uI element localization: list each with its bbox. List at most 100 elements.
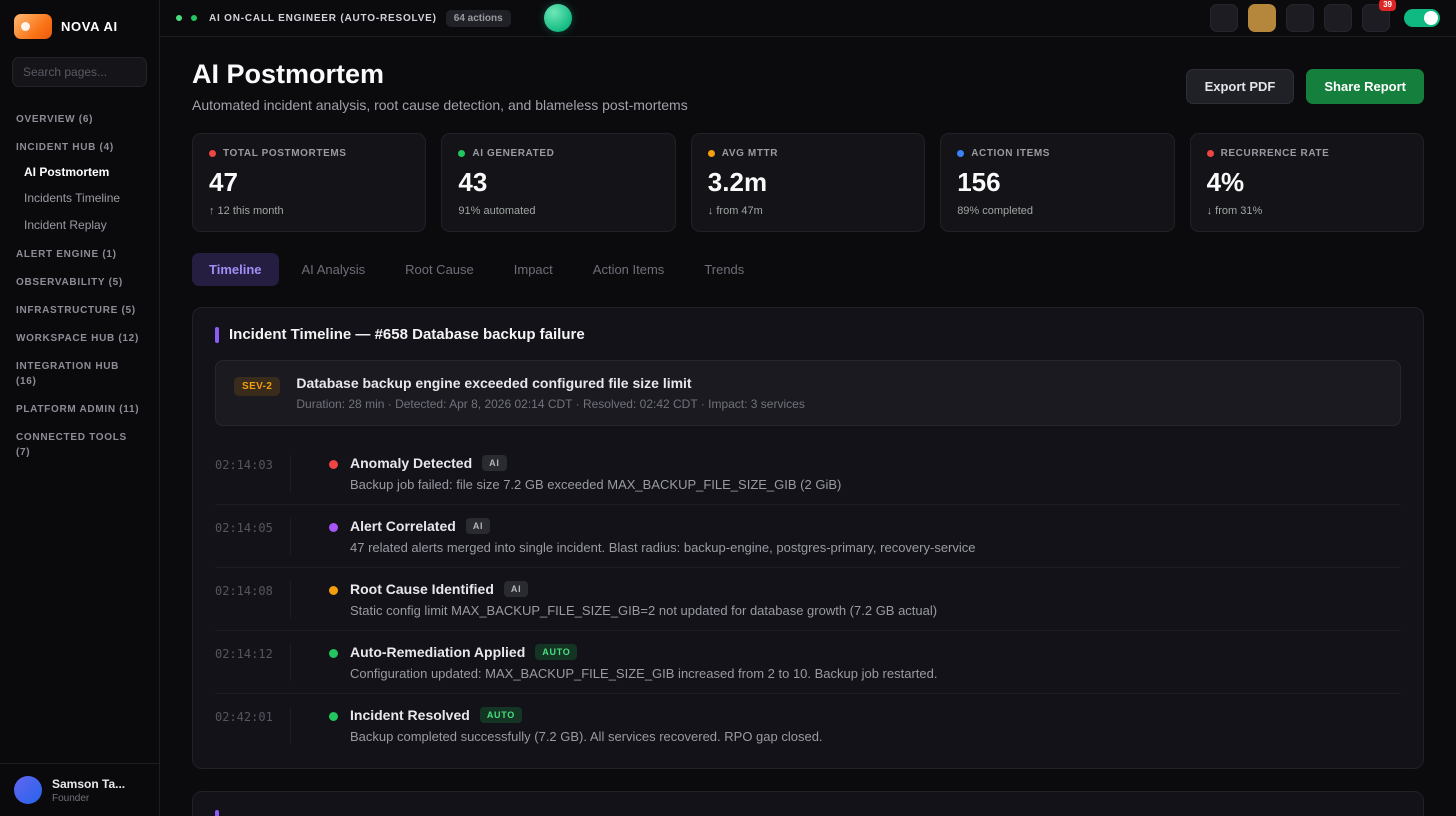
stat-label: RECURRENCE RATE (1221, 148, 1330, 159)
topbar-actions: 39 (1210, 4, 1440, 32)
event-source-badge: AI (504, 581, 528, 597)
event-title: Anomaly Detected (350, 455, 472, 471)
stat-sub: 89% completed (957, 205, 1157, 217)
sidebar-item-incidents-timeline[interactable]: Incidents Timeline (0, 185, 159, 211)
toggle-knob (1424, 11, 1438, 25)
event-time: 02:14:12 (215, 644, 291, 681)
nav-section-platform-admin[interactable]: PLATFORM ADMIN (11) (0, 393, 159, 421)
export-pdf-button[interactable]: Export PDF (1186, 69, 1295, 104)
incident-summary-meta: Duration: 28 min · Detected: Apr 8, 2026… (296, 397, 804, 411)
stat-value: 43 (458, 167, 658, 198)
tab-ai-analysis[interactable]: AI Analysis (285, 253, 383, 286)
stat-label: ACTION ITEMS (971, 148, 1050, 159)
share-report-button[interactable]: Share Report (1306, 69, 1424, 104)
page-header: AI Postmortem Automated incident analysi… (192, 59, 1424, 113)
sidebar-nav: OVERVIEW (6) INCIDENT HUB (4) AI Postmor… (0, 89, 159, 763)
stat-sub: ↓ from 31% (1207, 205, 1407, 217)
stat-dot (957, 150, 964, 157)
event-dot (329, 523, 338, 532)
stat-label: AVG MTTR (722, 148, 778, 159)
incident-summary: SEV-2 Database backup engine exceeded co… (215, 360, 1401, 426)
incident-card-title: Incident Timeline — #658 Database backup… (229, 326, 585, 343)
header-buttons: Export PDF Share Report (1186, 69, 1424, 104)
stat-card-action-items: ACTION ITEMS 156 89% completed (940, 133, 1174, 232)
ai-mode-toggle[interactable] (1404, 9, 1440, 27)
notification-badge: 39 (1379, 0, 1396, 11)
topbar-icon-button-1[interactable] (1210, 4, 1238, 32)
tab-trends[interactable]: Trends (687, 253, 761, 286)
timeline-event: 02:14:08 Root Cause Identified AI Static… (215, 568, 1401, 631)
timeline-event: 02:14:03 Anomaly Detected AI Backup job … (215, 442, 1401, 505)
tab-timeline[interactable]: Timeline (192, 253, 279, 286)
event-time: 02:14:08 (215, 581, 291, 618)
accent-bar (215, 810, 219, 816)
status-dot-2 (191, 15, 197, 21)
stat-label: AI GENERATED (472, 148, 554, 159)
actions-count-badge: 64 actions (446, 10, 511, 27)
nav-section-connected-tools[interactable]: CONNECTED TOOLS (7) (0, 421, 159, 464)
stat-value: 47 (209, 167, 409, 198)
nova-logo-icon (14, 14, 52, 39)
topbar-icon-button-5[interactable]: 39 (1362, 4, 1390, 32)
timeline-event: 02:14:12 Auto-Remediation Applied AUTO C… (215, 631, 1401, 694)
status-dot-1 (176, 15, 182, 21)
timeline-event: 02:14:05 Alert Correlated AI 47 related … (215, 505, 1401, 568)
stat-card-ai-generated: AI GENERATED 43 91% automated (441, 133, 675, 232)
nav-section-overview[interactable]: OVERVIEW (6) (0, 103, 159, 131)
event-description: Static config limit MAX_BACKUP_FILE_SIZE… (350, 603, 937, 618)
stat-card-total-postmortems: TOTAL POSTMORTEMS 47 ↑ 12 this month (192, 133, 426, 232)
nav-section-observability[interactable]: OBSERVABILITY (5) (0, 266, 159, 294)
incident-summary-title: Database backup engine exceeded configur… (296, 375, 804, 391)
stat-dot (209, 150, 216, 157)
accent-bar (215, 327, 219, 343)
user-name: Samson Ta... (52, 777, 125, 791)
event-title: Root Cause Identified (350, 581, 494, 597)
nav-section-integration-hub[interactable]: INTEGRATION HUB (16) (0, 350, 159, 393)
sidebar-item-incident-replay[interactable]: Incident Replay (0, 212, 159, 238)
search-input[interactable] (12, 57, 147, 87)
page-content: AI Postmortem Automated incident analysi… (160, 37, 1456, 816)
timeline-event: 02:42:01 Incident Resolved AUTO Backup c… (215, 694, 1401, 756)
avatar (14, 776, 42, 804)
event-description: 47 related alerts merged into single inc… (350, 540, 976, 555)
nav-section-alert-engine[interactable]: ALERT ENGINE (1) (0, 238, 159, 266)
sidebar-item-ai-postmortem[interactable]: AI Postmortem (0, 159, 159, 185)
topbar-icon-button-2[interactable] (1248, 4, 1276, 32)
tab-root-cause[interactable]: Root Cause (388, 253, 491, 286)
next-section-card (192, 791, 1424, 816)
event-dot (329, 460, 338, 469)
app-root: NOVA AI OVERVIEW (6) INCIDENT HUB (4) AI… (0, 0, 1456, 816)
event-dot (329, 586, 338, 595)
event-dot (329, 712, 338, 721)
stat-value: 3.2m (708, 167, 908, 198)
app-logo[interactable]: NOVA AI (0, 0, 159, 51)
topbar-icon-button-4[interactable] (1324, 4, 1352, 32)
event-time: 02:14:03 (215, 455, 291, 492)
tab-impact[interactable]: Impact (497, 253, 570, 286)
stat-value: 156 (957, 167, 1157, 198)
user-role: Founder (52, 793, 125, 804)
oncall-status-label: AI ON-CALL ENGINEER (AUTO-RESOLVE) (209, 13, 437, 24)
stats-row: TOTAL POSTMORTEMS 47 ↑ 12 this month AI … (192, 133, 1424, 232)
event-source-badge: AI (482, 455, 506, 471)
nav-section-infrastructure[interactable]: INFRASTRUCTURE (5) (0, 294, 159, 322)
event-time: 02:42:01 (215, 707, 291, 744)
user-profile[interactable]: Samson Ta... Founder (0, 763, 159, 816)
stat-sub: ↓ from 47m (708, 205, 908, 217)
event-description: Configuration updated: MAX_BACKUP_FILE_S… (350, 666, 937, 681)
tab-action-items[interactable]: Action Items (576, 253, 682, 286)
stat-dot (1207, 150, 1214, 157)
page-subtitle: Automated incident analysis, root cause … (192, 97, 688, 113)
nav-section-workspace-hub[interactable]: WORKSPACE HUB (12) (0, 322, 159, 350)
stat-sub: ↑ 12 this month (209, 205, 409, 217)
stat-dot (458, 150, 465, 157)
ai-assistant-orb-icon[interactable] (544, 4, 572, 32)
event-title: Incident Resolved (350, 707, 470, 723)
event-time: 02:14:05 (215, 518, 291, 555)
view-tabs: Timeline AI Analysis Root Cause Impact A… (192, 253, 1424, 286)
stat-sub: 91% automated (458, 205, 658, 217)
topbar-icon-button-3[interactable] (1286, 4, 1314, 32)
timeline-events: 02:14:03 Anomaly Detected AI Backup job … (193, 440, 1423, 768)
nav-section-incident-hub[interactable]: INCIDENT HUB (4) (0, 131, 159, 159)
event-description: Backup completed successfully (7.2 GB). … (350, 729, 823, 744)
